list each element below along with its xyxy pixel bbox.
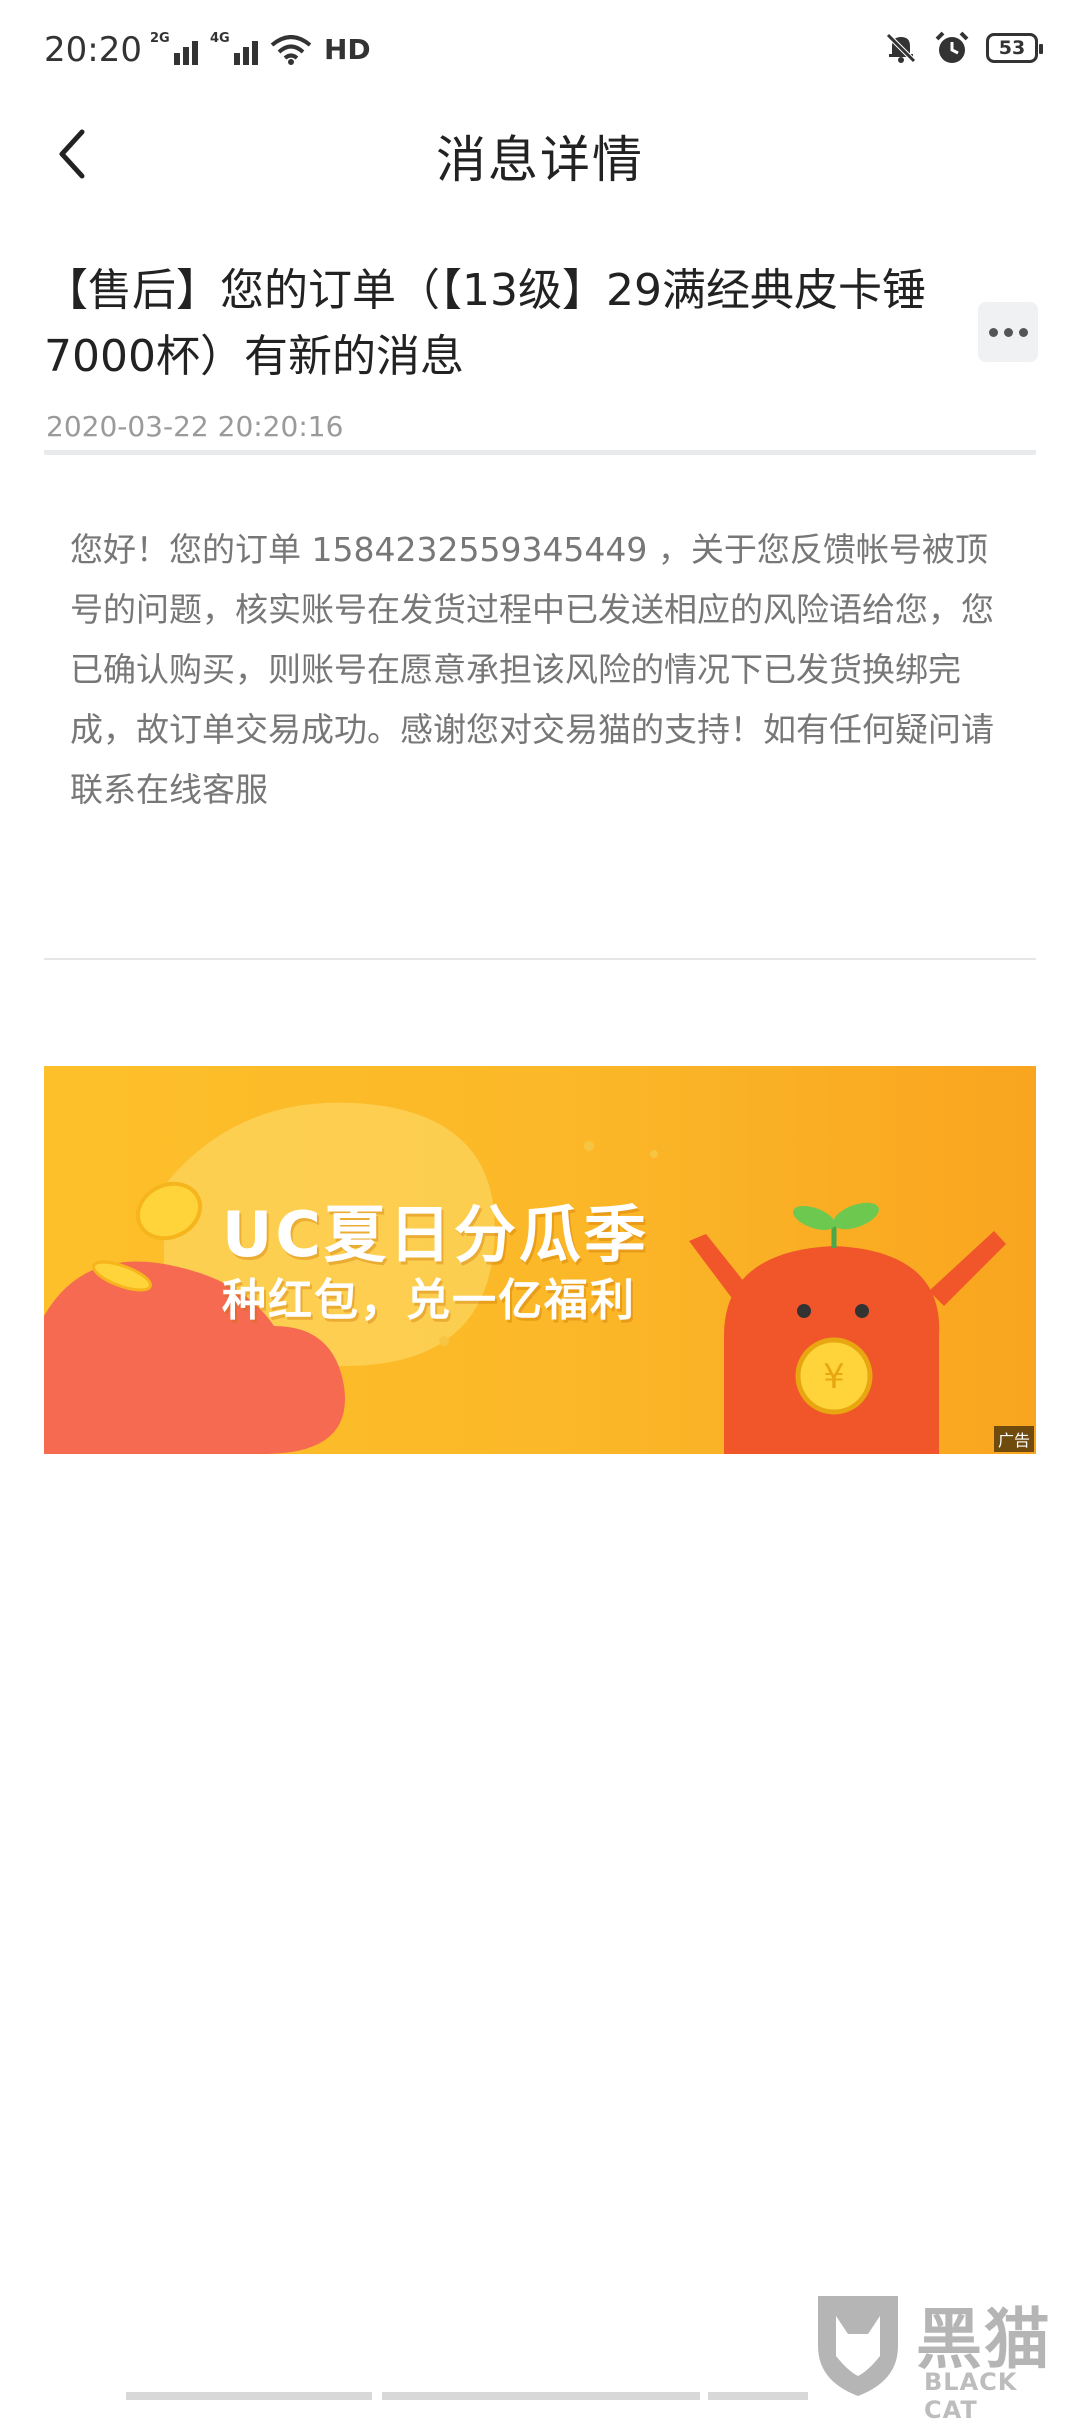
more-icon — [988, 327, 998, 337]
hd-icon: HD — [324, 33, 371, 66]
wifi-icon — [270, 34, 312, 65]
nav-hint-bar — [382, 2392, 700, 2400]
page-title: 消息详情 — [436, 131, 644, 189]
ad-headline: UC夏日分瓜季 — [222, 1198, 649, 1271]
app-header: 消息详情 — [0, 110, 1080, 200]
more-options-button[interactable] — [978, 302, 1038, 362]
alarm-icon — [935, 31, 969, 63]
signal-4g-label: 4G — [210, 30, 230, 46]
status-right-icons: 53 — [884, 30, 1043, 66]
nav-hint-bar — [126, 2392, 372, 2400]
battery-icon: 53 — [986, 33, 1043, 63]
nav-hint-bar — [708, 2392, 808, 2400]
signal-4g-icon: 4G — [210, 31, 258, 65]
ad-banner[interactable]: ¥ UC夏日分瓜季 种红包，兑一亿福利 广告 — [44, 1066, 1036, 1454]
message-body: 您好！您的订单 1584232559345449 ，关于您反馈帐号被顶号的问题，… — [70, 530, 994, 809]
message-time: 2020-03-22 20:20:16 — [46, 410, 344, 443]
blackcat-watermark: 黑猫 BLACK CAT — [808, 2286, 1080, 2424]
watermark-text-en: BLACK CAT — [924, 2368, 1018, 2424]
message-title: 【售后】您的订单（【13级】29满经典皮卡锤7000杯）有新的消息 — [44, 265, 926, 382]
signal-2g-label: 2G — [150, 30, 170, 46]
ad-subline: 种红包，兑一亿福利 — [222, 1275, 636, 1326]
signal-2g-icon: 2G — [150, 31, 198, 65]
ad-label: 广告 — [993, 1426, 1034, 1452]
status-time: 20:20 — [44, 30, 142, 70]
body-divider — [44, 958, 1036, 960]
svg-text:¥: ¥ — [823, 1357, 845, 1397]
bell-off-icon — [886, 33, 916, 63]
black-cat-logo-icon — [818, 2296, 898, 2396]
status-bar: 20:20 2G 4G HD 53 — [0, 0, 1080, 110]
network-indicators: 2G 4G HD — [150, 31, 371, 67]
title-divider — [44, 450, 1036, 455]
